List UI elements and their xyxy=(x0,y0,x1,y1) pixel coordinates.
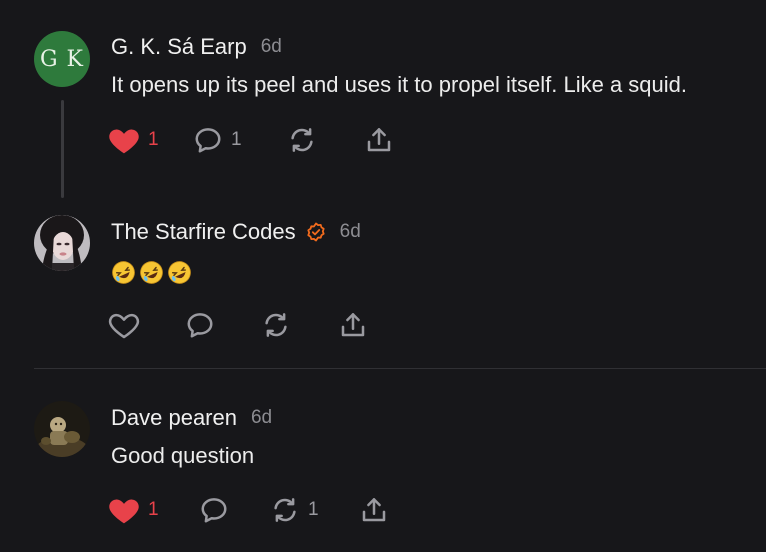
comment-bubble-icon xyxy=(201,498,227,523)
comment-emoji xyxy=(111,258,192,285)
avatar[interactable] xyxy=(34,401,90,457)
heart-filled-icon xyxy=(109,129,139,154)
like-button[interactable]: 1 xyxy=(108,124,159,156)
heart-filled-icon xyxy=(109,499,139,524)
avatar[interactable] xyxy=(34,215,90,271)
timestamp[interactable]: 6d xyxy=(261,36,282,58)
verified-badge xyxy=(306,222,326,242)
rolling-on-floor-laughing-icon xyxy=(140,260,163,284)
comment-bubble-icon xyxy=(187,313,213,338)
comment-divider xyxy=(34,368,766,369)
restack-button[interactable] xyxy=(261,309,299,341)
reply-button[interactable]: 1 xyxy=(193,124,242,156)
author-name[interactable]: Dave pearen xyxy=(111,405,237,431)
share-icon xyxy=(362,498,386,522)
thread-line xyxy=(61,100,64,198)
share-icon xyxy=(341,313,365,337)
reply-button[interactable] xyxy=(185,309,223,341)
restack-icon xyxy=(265,313,287,337)
comment-header: G. K. Sá Earp 6d xyxy=(111,33,282,61)
restack-count: 1 xyxy=(308,499,319,520)
restack-icon xyxy=(291,128,313,152)
timestamp[interactable]: 6d xyxy=(251,407,272,429)
restack-button[interactable]: 1 xyxy=(270,494,319,526)
reply-button[interactable] xyxy=(199,494,237,526)
comment-bubble-icon xyxy=(195,128,221,153)
rolling-on-floor-laughing-icon xyxy=(168,260,192,284)
like-button[interactable] xyxy=(108,309,148,341)
like-count: 1 xyxy=(148,129,159,150)
comment-text: It opens up its peel and uses it to prop… xyxy=(111,72,688,97)
timestamp[interactable]: 6d xyxy=(340,221,361,243)
rolling-on-floor-laughing-icon xyxy=(112,260,135,284)
verified-check-icon xyxy=(307,222,325,242)
restack-button[interactable] xyxy=(287,124,325,156)
comment-header: Dave pearen 6d xyxy=(111,404,272,432)
restack-icon xyxy=(274,498,296,522)
comment-text: Good question xyxy=(111,443,255,468)
author-name[interactable]: G. K. Sá Earp xyxy=(111,34,247,60)
heart-outline-icon xyxy=(108,313,140,339)
share-button[interactable] xyxy=(359,494,389,526)
reply-count: 1 xyxy=(231,129,242,150)
profile-photo-icon xyxy=(34,401,90,457)
author-name[interactable]: The Starfire Codes xyxy=(111,219,296,245)
share-icon xyxy=(367,128,391,152)
like-button[interactable]: 1 xyxy=(108,494,159,526)
like-count: 1 xyxy=(148,499,159,520)
share-button[interactable] xyxy=(338,309,368,341)
avatar[interactable]: G K xyxy=(34,31,90,87)
profile-photo-icon xyxy=(34,215,90,271)
comment-header: The Starfire Codes 6d xyxy=(111,218,361,246)
share-button[interactable] xyxy=(364,124,394,156)
